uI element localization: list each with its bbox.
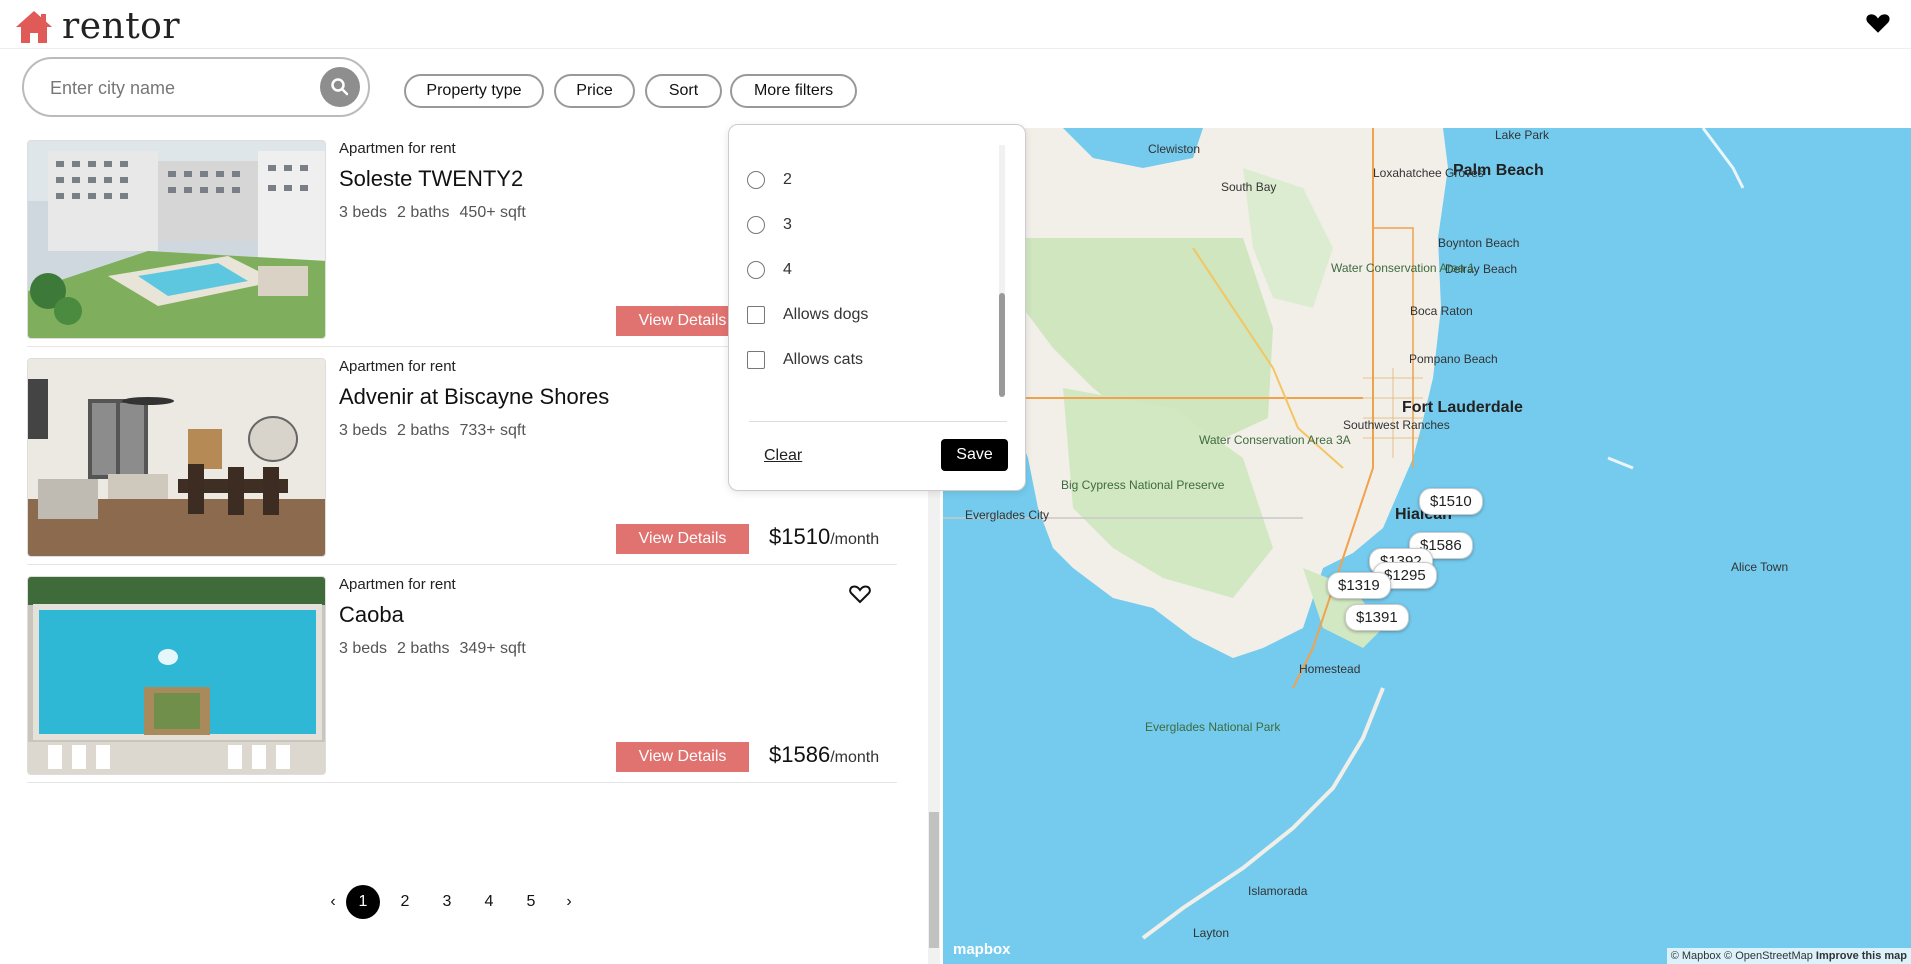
radio-label: 4	[783, 261, 792, 278]
search-input[interactable]	[48, 75, 312, 101]
map-label-alice-town: Alice Town	[1731, 560, 1789, 574]
property-type-filter-button[interactable]: Property type	[404, 74, 544, 108]
map-price-pin[interactable]: $1510	[1419, 488, 1483, 515]
listing-photo[interactable]	[27, 140, 326, 339]
view-details-button[interactable]: View Details	[616, 524, 749, 554]
dropdown-scrollbar-thumb[interactable]	[999, 293, 1005, 397]
listing-beds: 3 beds	[339, 204, 388, 221]
listing-baths: 2 baths	[397, 204, 450, 221]
logo[interactable]: rentor	[14, 6, 180, 47]
map-label-loxahatchee: Loxahatchee Groves	[1373, 166, 1484, 180]
map-label-boca: Boca Raton	[1410, 304, 1473, 318]
price-value: $1586	[769, 742, 831, 767]
radio-label: 3	[783, 216, 792, 233]
price-period: /month	[830, 531, 880, 548]
more-filters-button[interactable]: More filters	[730, 74, 857, 108]
listing-beds: 3 beds	[339, 422, 388, 439]
checkbox[interactable]	[747, 306, 765, 324]
map-attribution: © Mapbox © OpenStreetMap Improve this ma…	[1666, 948, 1911, 964]
checkbox[interactable]	[747, 351, 765, 369]
prev-page-button[interactable]: ‹	[320, 885, 346, 919]
checkbox-option-cats[interactable]: Allows cats	[747, 351, 863, 369]
listing-meta: 3 beds 2 baths 733+ sqft	[339, 422, 536, 440]
listing-type: Apartmen for rent	[339, 140, 456, 157]
mapbox-logo[interactable]: mapbox	[953, 941, 1011, 958]
listing-price: $1510/month	[769, 524, 879, 550]
listing-name[interactable]: Advenir at Biscayne Shores	[339, 384, 609, 410]
listing-photo[interactable]	[27, 576, 326, 775]
save-filters-button[interactable]: Save	[941, 439, 1008, 471]
listing-name[interactable]: Soleste TWENTY2	[339, 166, 523, 192]
map-label-boynton: Boynton Beach	[1438, 236, 1520, 250]
radio-option[interactable]: 3	[747, 216, 792, 234]
page-2-button[interactable]: 2	[388, 885, 422, 919]
map-label-big-cypress: Big Cypress National Preserve	[1061, 478, 1225, 492]
checkbox-option-dogs[interactable]: Allows dogs	[747, 306, 868, 324]
map-label-clewiston: Clewiston	[1148, 142, 1201, 156]
checkbox-label: Allows dogs	[783, 306, 869, 323]
search-box	[22, 57, 370, 117]
map-label-fort-lauderdale: Fort Lauderdale	[1402, 399, 1523, 416]
top-bar: rentor	[0, 0, 1911, 49]
listing-card: Apartmen for rent Caoba 3 beds 2 baths 349…	[27, 564, 897, 783]
more-filters-dropdown: 2 3 4 Allows dogs Allows cats Clear Save	[728, 124, 1026, 491]
search-icon	[331, 78, 349, 96]
map-price-pin[interactable]: $1391	[1345, 604, 1409, 631]
map-label-homestead: Homestead	[1299, 662, 1361, 676]
listing-name[interactable]: Caoba	[339, 602, 404, 628]
map-label-lake-park: Lake Park	[1495, 128, 1550, 142]
map[interactable]: Lake Park Clewiston Palm Beach Loxahatch…	[943, 128, 1911, 964]
map-label-islamorada: Islamorada	[1248, 884, 1308, 898]
house-icon	[16, 10, 52, 43]
listing-baths: 2 baths	[397, 422, 450, 439]
radio-label: 2	[783, 171, 792, 188]
checkbox-label: Allows cats	[783, 351, 864, 368]
radio-button[interactable]	[747, 216, 765, 234]
map-label-wca1: Water Conservation Area 1	[1331, 261, 1475, 275]
map-label-south-bay: South Bay	[1221, 180, 1277, 194]
radio-button[interactable]	[747, 261, 765, 279]
map-label-everglades-np: Everglades National Park	[1145, 720, 1281, 734]
radio-option[interactable]: 2	[747, 171, 792, 189]
map-label-wca3a: Water Conservation Area 3A	[1199, 433, 1351, 447]
listing-sqft: 349+ sqft	[459, 640, 526, 657]
price-period: /month	[830, 749, 880, 766]
favorite-heart-icon[interactable]	[847, 582, 873, 606]
listing-photo[interactable]	[27, 358, 326, 557]
sort-button[interactable]: Sort	[645, 74, 722, 108]
listing-type: Apartmen for rent	[339, 576, 456, 593]
improve-map-link[interactable]: Improve this map	[1816, 950, 1907, 962]
pagination: ‹ 1 2 3 4 5 ›	[320, 885, 582, 919]
attribution-text[interactable]: © Mapbox © OpenStreetMap	[1671, 950, 1813, 962]
listing-price: $1586/month	[769, 742, 879, 768]
page-3-button[interactable]: 3	[430, 885, 464, 919]
view-details-button[interactable]: View Details	[616, 742, 749, 772]
divider	[749, 421, 1007, 422]
search-button[interactable]	[320, 67, 360, 107]
listing-meta: 3 beds 2 baths 349+ sqft	[339, 640, 536, 658]
radio-option[interactable]: 4	[747, 261, 792, 279]
listing-baths: 2 baths	[397, 640, 450, 657]
map-label-southwest-ranches: Southwest Ranches	[1343, 418, 1450, 432]
price-filter-button[interactable]: Price	[554, 74, 635, 108]
listing-sqft: 450+ sqft	[459, 204, 526, 221]
clear-filters-link[interactable]: Clear	[764, 447, 802, 465]
next-page-button[interactable]: ›	[556, 885, 582, 919]
app-name: rentor	[62, 6, 181, 47]
map-price-pin[interactable]: $1319	[1327, 572, 1391, 599]
map-label-everglades-city: Everglades City	[965, 508, 1050, 522]
listing-meta: 3 beds 2 baths 450+ sqft	[339, 204, 536, 222]
page-4-button[interactable]: 4	[472, 885, 506, 919]
page-5-button[interactable]: 5	[514, 885, 548, 919]
map-label-layton: Layton	[1193, 926, 1230, 940]
listing-type: Apartmen for rent	[339, 358, 456, 375]
radio-button[interactable]	[747, 171, 765, 189]
favorites-heart-icon[interactable]	[1865, 10, 1891, 36]
price-value: $1510	[769, 524, 831, 549]
listing-beds: 3 beds	[339, 640, 388, 657]
listings-scrollbar-thumb[interactable]	[929, 812, 939, 948]
map-label-pompano: Pompano Beach	[1409, 352, 1498, 366]
listing-sqft: 733+ sqft	[459, 422, 526, 439]
page-1-button[interactable]: 1	[346, 885, 380, 919]
